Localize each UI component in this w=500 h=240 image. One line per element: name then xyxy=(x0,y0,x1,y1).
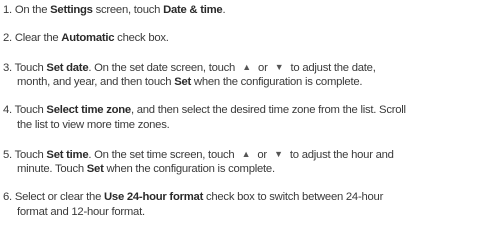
step-5-line-2: minute. Touch Set when the configuration… xyxy=(17,163,275,176)
step-text: to adjust the date, xyxy=(287,62,376,74)
ui-term: Settings xyxy=(50,4,93,16)
step-text: or xyxy=(255,62,271,74)
triangle-down-icon: ▼ xyxy=(270,62,288,72)
step-text: or xyxy=(254,149,270,161)
step-text: format and 12-hour format. xyxy=(17,206,145,218)
instruction-steps: 1. On the Settings screen, touch Date & … xyxy=(0,0,500,240)
step-text: On the xyxy=(14,4,51,16)
step-text: . On the set time screen, touch xyxy=(88,149,238,161)
step-text: screen, touch xyxy=(92,4,164,16)
step-number: 3. xyxy=(3,62,15,74)
step-4-line-1: 4. Touch Select time zone, and then sele… xyxy=(3,104,406,117)
ui-term: Set date xyxy=(46,62,89,74)
step-text: Touch xyxy=(14,62,47,74)
step-text: check box to switch between 24-hour xyxy=(203,191,384,203)
triangle-down-icon: ▼ xyxy=(269,149,288,159)
step-5-line-1: 5. Touch Set time. On the set time scree… xyxy=(3,148,394,162)
ui-term: Automatic xyxy=(61,32,115,44)
step-text: Clear the xyxy=(14,32,62,44)
ui-term: Set xyxy=(86,163,104,175)
step-text: Touch xyxy=(14,149,47,161)
step-3-line-1: 3. Touch Set date. On the set date scree… xyxy=(3,61,376,75)
step-text: the list to view more time zones. xyxy=(17,119,170,131)
step-text: , and then select the desired time zone … xyxy=(130,104,406,116)
ui-term: Set time xyxy=(46,149,89,161)
step-number: 4. xyxy=(3,104,15,116)
step-text: check box. xyxy=(114,32,169,44)
ui-term: Use 24-hour format xyxy=(104,191,204,203)
step-6-line-1: 6. Select or clear the Use 24-hour forma… xyxy=(3,191,383,204)
step-1-line-1: 1. On the Settings screen, touch Date & … xyxy=(3,4,226,17)
step-6-line-2: format and 12-hour format. xyxy=(17,206,145,219)
triangle-up-icon: ▲ xyxy=(237,62,256,72)
step-2-line-1: 2. Clear the Automatic check box. xyxy=(3,32,169,45)
step-text: month, and year, and then touch xyxy=(17,76,175,88)
step-4-line-2: the list to view more time zones. xyxy=(17,119,170,132)
step-text: when the configuration is complete. xyxy=(191,76,363,88)
step-number: 1. xyxy=(3,4,15,16)
ui-term: Select time zone xyxy=(46,104,131,116)
triangle-up-icon: ▲ xyxy=(237,149,255,159)
step-number: 6. xyxy=(3,191,15,203)
step-text: Touch xyxy=(14,104,47,116)
step-text: to adjust the hour and xyxy=(287,149,394,161)
step-3-line-2: month, and year, and then touch Set when… xyxy=(17,76,363,89)
step-number: 5. xyxy=(3,149,15,161)
ui-term: Set xyxy=(174,76,192,88)
step-text: . xyxy=(222,4,226,16)
step-text: . On the set date screen, touch xyxy=(88,62,238,74)
step-text: Select or clear the xyxy=(14,191,104,203)
step-number: 2. xyxy=(3,32,15,44)
ui-term: Date & time xyxy=(163,4,223,16)
step-text: when the configuration is complete. xyxy=(103,163,275,175)
step-text: minute. Touch xyxy=(17,163,87,175)
